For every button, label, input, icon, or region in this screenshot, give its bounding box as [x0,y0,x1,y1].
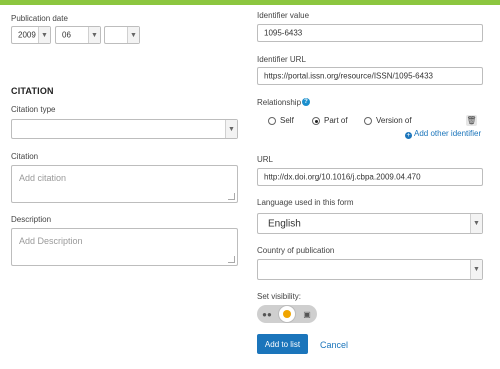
identifier-url-text: https://portal.issn.org/resource/ISSN/10… [264,71,433,81]
identifier-value-input[interactable]: 1095-6433 [257,24,483,42]
top-accent-bar [0,0,500,5]
relationship-self-radio[interactable] [268,117,276,125]
trash-icon[interactable]: 🗑 [466,115,477,126]
citation-type-label: Citation type [11,105,56,114]
visibility-toggle[interactable]: ●● ▣ [257,305,317,323]
country-label: Country of publication [257,246,335,255]
trusted-icon[interactable] [278,305,296,323]
url-label: URL [257,155,274,164]
caret-down-icon: ▼ [470,214,482,233]
language-select[interactable]: English ▼ [257,213,483,234]
language-label: Language used in this form [257,198,354,207]
caret-down-icon: ▼ [38,27,50,43]
resize-handle[interactable] [228,193,235,200]
citation-type-select[interactable]: ▼ [11,119,238,139]
relationship-label: Relationship [257,98,302,107]
resize-handle[interactable] [228,256,235,263]
year-select[interactable]: 2009 ▼ [11,26,51,44]
description-placeholder: Add Description [19,236,83,246]
citation-textarea[interactable]: Add citation [11,165,238,203]
day-select[interactable]: ▼ [104,26,140,44]
url-input[interactable]: http://dx.doi.org/10.1016/j.cbpa.2009.04… [257,168,483,186]
visibility-label: Set visibility: [257,292,302,301]
country-select[interactable]: ▼ [257,259,483,280]
plus-icon: + [405,132,412,139]
month-select[interactable]: 06 ▼ [55,26,101,44]
add-to-list-button[interactable]: Add to list [257,334,308,354]
lock-icon[interactable]: ▣ [298,305,316,323]
identifier-value-label: Identifier value [257,11,310,20]
caret-down-icon: ▼ [88,27,100,43]
description-textarea[interactable]: Add Description [11,228,238,266]
everyone-icon[interactable]: ●● [258,305,276,323]
publication-date-label: Publication date [11,14,68,23]
citation-heading: CITATION [11,86,54,96]
add-other-identifier-label: Add other identifier [414,129,482,138]
relationship-part-of-label: Part of [324,116,348,125]
help-icon[interactable]: ? [302,98,310,106]
identifier-value-text: 1095-6433 [264,28,303,38]
caret-down-icon: ▼ [127,27,139,43]
url-text: http://dx.doi.org/10.1016/j.cbpa.2009.04… [264,172,421,182]
add-other-identifier-link[interactable]: + Add other identifier [405,129,481,139]
description-label: Description [11,215,52,224]
language-value: English [268,218,301,229]
relationship-version-of-label: Version of [376,116,412,125]
relationship-self-label: Self [280,116,294,125]
relationship-part-of-radio[interactable] [312,117,320,125]
cancel-link[interactable]: Cancel [320,340,348,350]
identifier-url-label: Identifier URL [257,55,306,64]
citation-placeholder: Add citation [19,173,67,183]
citation-label: Citation [11,152,39,161]
relationship-version-of-radio[interactable] [364,117,372,125]
identifier-url-input[interactable]: https://portal.issn.org/resource/ISSN/10… [257,67,483,85]
caret-down-icon: ▼ [470,260,482,279]
caret-down-icon: ▼ [225,120,237,138]
month-value: 06 [62,30,71,40]
year-value: 2009 [18,30,36,40]
